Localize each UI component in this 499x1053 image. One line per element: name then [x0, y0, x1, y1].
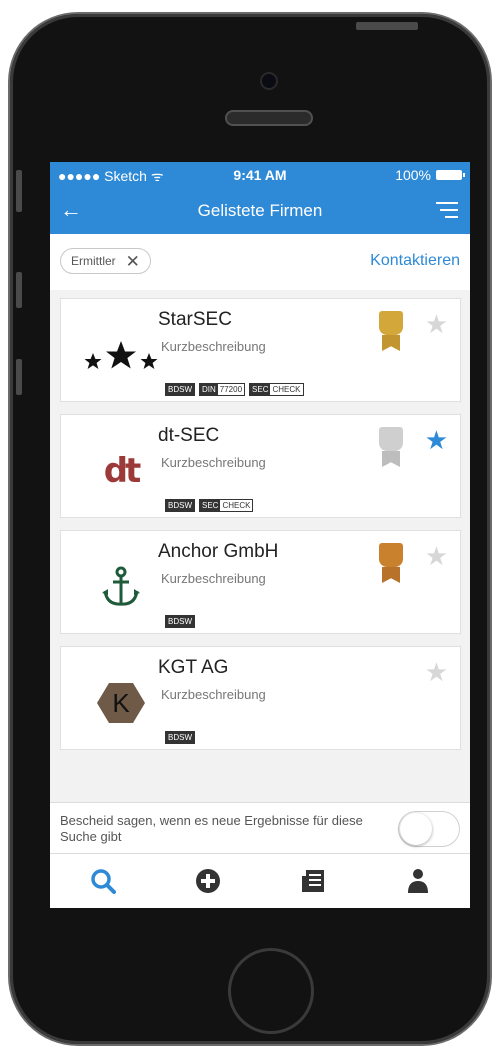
bdsw-badge: BDSW — [165, 731, 195, 744]
certification-badges: BDSW — [165, 731, 195, 744]
gold-medal-icon — [379, 311, 403, 351]
app-screen: ●●●●● Sketch ᯤ 9:41 AM 100% ← Gelistete … — [50, 162, 470, 908]
three-stars-logo — [81, 331, 161, 379]
star-icon[interactable]: ★ — [425, 659, 448, 685]
battery-icon — [436, 170, 465, 180]
anchor-logo — [81, 563, 161, 611]
filter-chip[interactable]: Ermittler ✕ — [60, 248, 151, 274]
star-icon[interactable]: ★ — [425, 427, 448, 453]
silver-medal-icon — [379, 427, 403, 467]
newspaper-icon — [301, 870, 324, 892]
company-card[interactable]: Anchor GmbH Kurzbeschreibung BDSW ★ — [60, 530, 461, 634]
svg-text:K: K — [112, 688, 130, 718]
company-name: KGT AG — [158, 657, 229, 678]
power-button — [356, 22, 418, 30]
filter-toolbar: Ermittler ✕ Kontaktieren — [50, 234, 470, 290]
company-name: Anchor GmbH — [158, 541, 279, 562]
star-icon[interactable]: ★ — [425, 311, 448, 337]
earpiece-speaker — [225, 110, 313, 126]
front-camera — [262, 74, 276, 88]
company-card[interactable]: StarSEC Kurzbeschreibung BDSW DIN 77200 S… — [60, 298, 461, 402]
dt-logo: dt — [103, 451, 142, 491]
tab-search[interactable] — [50, 854, 155, 908]
page-title: Gelistete Firmen — [197, 201, 323, 220]
search-icon — [90, 869, 116, 894]
person-icon — [407, 869, 428, 893]
company-card[interactable]: dt dt-SEC Kurzbeschreibung BDSW SEC CHECK… — [60, 414, 461, 518]
star-icon[interactable]: ★ — [425, 543, 448, 569]
contact-link[interactable]: Kontaktieren — [370, 252, 460, 270]
certification-badges: BDSW SEC CHECK — [165, 499, 254, 512]
close-icon[interactable]: ✕ — [126, 253, 140, 270]
tab-add[interactable] — [155, 854, 260, 908]
company-description: Kurzbeschreibung — [161, 687, 266, 702]
search-alert-row: Bescheid sagen, wenn es neue Ergebnisse … — [50, 802, 470, 855]
company-name: dt-SEC — [158, 425, 220, 446]
seccheck-badge: SEC CHECK — [199, 499, 254, 512]
din-badge: DIN 77200 — [199, 383, 246, 396]
tab-profile[interactable] — [365, 854, 470, 908]
bdsw-badge: BDSW — [165, 499, 195, 512]
plus-circle-icon — [195, 869, 220, 893]
hexagon-k-logo: K — [81, 679, 161, 727]
company-description: Kurzbeschreibung — [161, 455, 266, 470]
tab-news[interactable] — [260, 854, 365, 908]
volume-down-button — [16, 359, 22, 395]
company-description: Kurzbeschreibung — [161, 339, 266, 354]
company-description: Kurzbeschreibung — [161, 571, 266, 586]
toggle-knob — [400, 813, 432, 845]
battery-status: 100% — [395, 167, 465, 183]
search-alert-toggle[interactable] — [398, 811, 460, 847]
tab-bar — [50, 853, 470, 908]
filter-icon[interactable] — [436, 202, 458, 223]
bdsw-badge: BDSW — [165, 383, 195, 396]
bronze-medal-icon — [379, 543, 403, 583]
battery-percent: 100% — [395, 167, 431, 183]
navigation-bar: ← Gelistete Firmen — [50, 188, 470, 234]
bdsw-badge: BDSW — [165, 615, 195, 628]
status-bar: ●●●●● Sketch ᯤ 9:41 AM 100% — [50, 162, 470, 188]
search-alert-text: Bescheid sagen, wenn es neue Ergebnisse … — [60, 813, 363, 844]
certification-badges: BDSW — [165, 615, 195, 628]
home-button[interactable] — [228, 948, 314, 1034]
filter-chip-label: Ermittler — [71, 254, 116, 268]
mute-switch — [16, 170, 22, 212]
certification-badges: BDSW DIN 77200 SEC CHECK — [165, 383, 304, 396]
seccheck-badge: SEC CHECK — [249, 383, 304, 396]
company-card[interactable]: K KGT AG Kurzbeschreibung BDSW ★ — [60, 646, 461, 750]
company-name: StarSEC — [158, 309, 232, 330]
volume-up-button — [16, 272, 22, 308]
